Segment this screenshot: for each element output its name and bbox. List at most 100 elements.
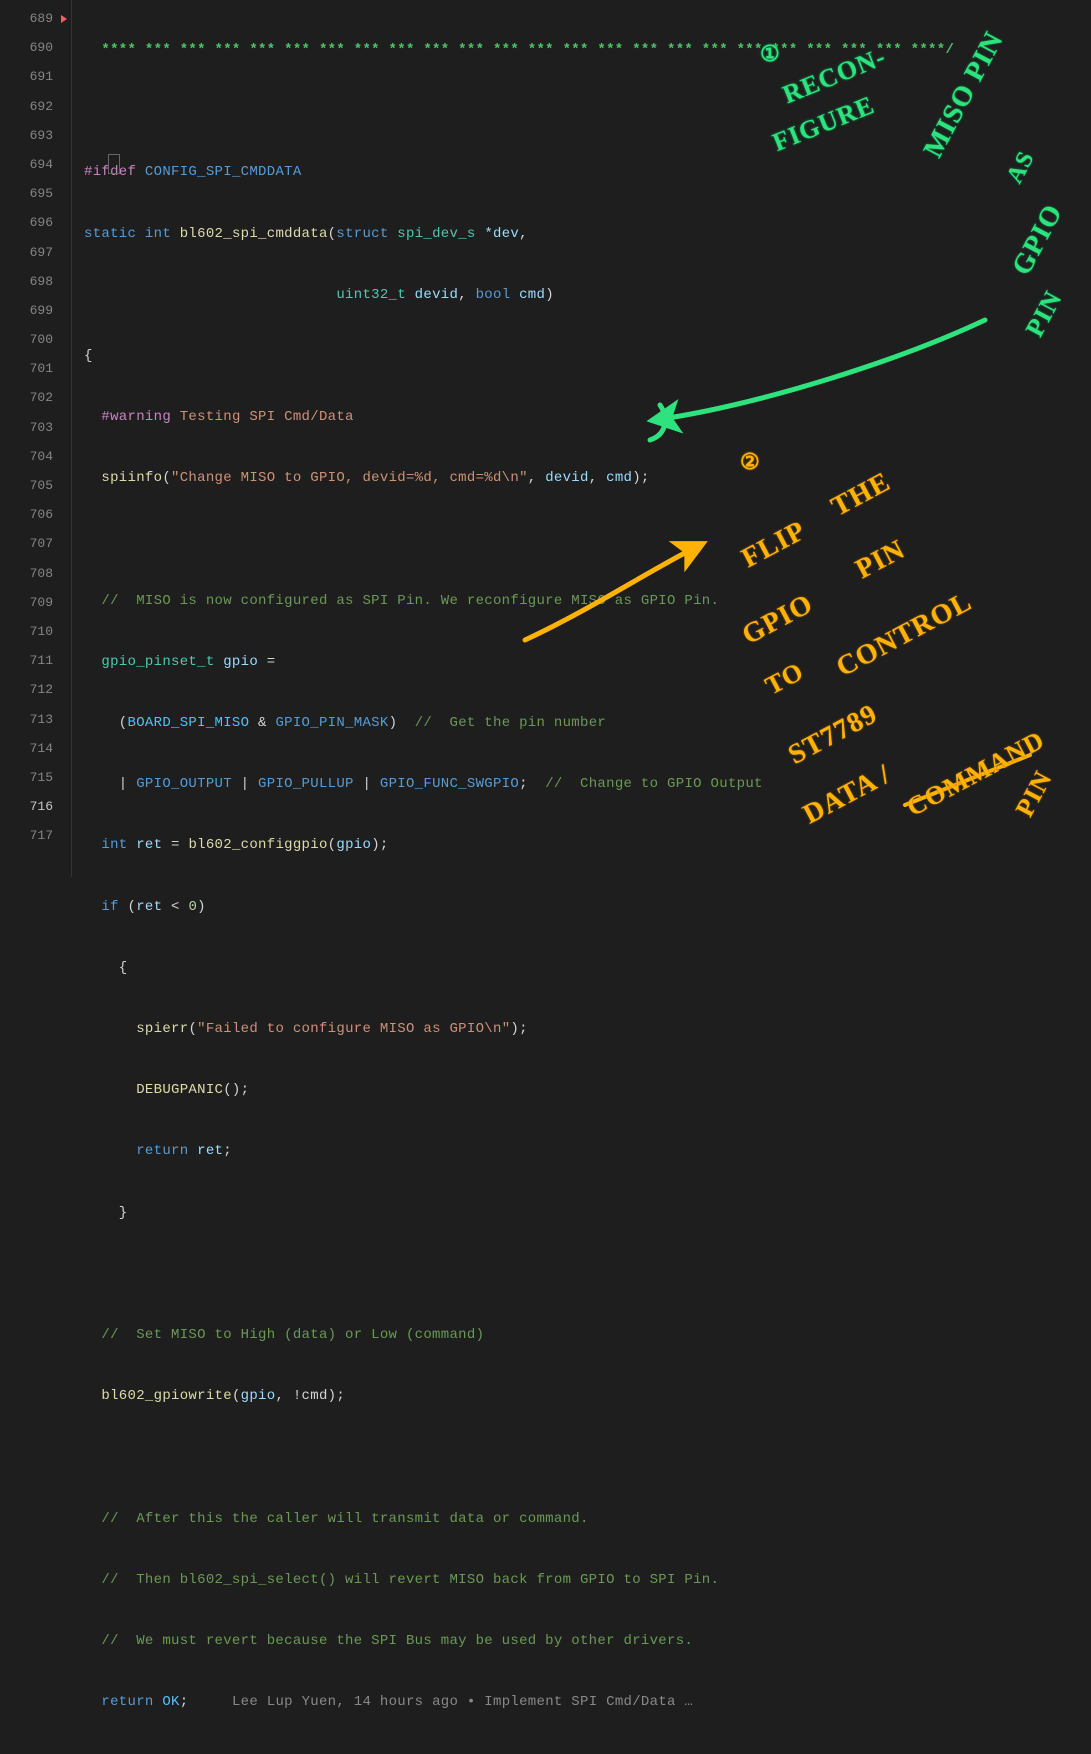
kw-bool: bool	[476, 287, 511, 303]
comment: // We must revert because the SPI Bus ma…	[101, 1633, 693, 1649]
param: cmd	[519, 287, 545, 303]
comment: // Then bl602_spi_select() will revert M…	[101, 1572, 719, 1588]
line-number[interactable]: 690	[0, 33, 71, 62]
line-number[interactable]: 709	[0, 588, 71, 617]
var: gpio	[336, 837, 371, 853]
line-number[interactable]: 691	[0, 62, 71, 91]
line-number[interactable]: 711	[0, 646, 71, 675]
code-line[interactable]: }	[84, 1749, 1091, 1754]
code-editor[interactable]: 6896906916926936946956966976986997007017…	[0, 0, 1091, 877]
var: ret	[197, 1143, 223, 1159]
warning-msg: Testing SPI Cmd/Data	[180, 409, 354, 425]
kw-if: if	[101, 899, 118, 915]
line-number[interactable]: 700	[0, 325, 71, 354]
code-line[interactable]: uint32_t devid, bool cmd)	[84, 281, 1091, 310]
line-number[interactable]: 705	[0, 471, 71, 500]
param: *dev	[484, 226, 519, 242]
macro: GPIO_PIN_MASK	[275, 715, 388, 731]
type: uint32_t	[336, 287, 406, 303]
pragma-warning: #warning	[101, 409, 171, 425]
line-number[interactable]: 706	[0, 500, 71, 529]
code-line[interactable]: return ret;	[84, 1137, 1091, 1166]
line-number[interactable]: 707	[0, 529, 71, 558]
kw-int: int	[101, 837, 127, 853]
fn-call: spierr	[136, 1021, 188, 1037]
macro-id: CONFIG_SPI_CMDDATA	[145, 164, 302, 180]
comment: // Get the pin number	[415, 715, 606, 731]
fn-call: bl602_gpiowrite	[101, 1388, 232, 1404]
code-line[interactable]: #warning Testing SPI Cmd/Data	[84, 403, 1091, 432]
code-line[interactable]: #ifdef CONFIG_SPI_CMDDATA	[84, 158, 1091, 187]
code-line[interactable]: DEBUGPANIC();	[84, 1076, 1091, 1105]
code-line[interactable]	[84, 1443, 1091, 1472]
git-lens: Lee Lup Yuen, 14 hours ago • Implement S…	[232, 1694, 693, 1710]
code-area[interactable]: **** *** *** *** *** *** *** *** *** ***…	[72, 0, 1091, 877]
string: "Failed to configure MISO as GPIO\n"	[197, 1021, 510, 1037]
kw-return: return	[101, 1694, 153, 1710]
line-number[interactable]: 715	[0, 763, 71, 792]
comment: // After this the caller will transmit d…	[101, 1511, 588, 1527]
code-line[interactable]	[84, 97, 1091, 126]
line-number-gutter[interactable]: 6896906916926936946956966976986997007017…	[0, 0, 72, 877]
string: "Change MISO to GPIO, devid=%d, cmd=%d\n…	[171, 470, 528, 486]
line-number[interactable]: 704	[0, 442, 71, 471]
line-number[interactable]: 703	[0, 413, 71, 442]
line-number[interactable]: 698	[0, 267, 71, 296]
var: devid	[545, 470, 589, 486]
line-number[interactable]: 695	[0, 179, 71, 208]
code-line[interactable]: }	[84, 1199, 1091, 1228]
fn-call: bl602_configgpio	[188, 837, 327, 853]
const: OK	[162, 1694, 179, 1710]
code-line[interactable]	[84, 1260, 1091, 1289]
line-number[interactable]: 693	[0, 121, 71, 150]
line-number[interactable]: 717	[0, 821, 71, 850]
code-line[interactable]: if (ret < 0)	[84, 893, 1091, 922]
code-line[interactable]: // After this the caller will transmit d…	[84, 1505, 1091, 1534]
line-number[interactable]: 716	[0, 792, 71, 821]
type: gpio_pinset_t	[101, 654, 214, 670]
code-line[interactable]: return OK; Lee Lup Yuen, 14 hours ago • …	[84, 1688, 1091, 1717]
code-line[interactable]: static int bl602_spi_cmddata(struct spi_…	[84, 220, 1091, 249]
kw-int: int	[145, 226, 171, 242]
const: BOARD_SPI_MISO	[128, 715, 250, 731]
comment: // MISO is now configured as SPI Pin. We…	[101, 593, 719, 609]
code-line[interactable]: bl602_gpiowrite(gpio, !cmd);	[84, 1382, 1091, 1411]
line-number[interactable]: 702	[0, 383, 71, 412]
line-number[interactable]: 696	[0, 208, 71, 237]
code-line[interactable]: gpio_pinset_t gpio =	[84, 648, 1091, 677]
code-line[interactable]: spierr("Failed to configure MISO as GPIO…	[84, 1015, 1091, 1044]
kw-static: static	[84, 226, 136, 242]
line-number[interactable]: 692	[0, 92, 71, 121]
code-line[interactable]: // Then bl602_spi_select() will revert M…	[84, 1566, 1091, 1595]
param: devid	[415, 287, 459, 303]
macro: GPIO_FUNC_SWGPIO	[380, 776, 519, 792]
code-line[interactable]: // MISO is now configured as SPI Pin. We…	[84, 587, 1091, 616]
code-line[interactable]: | GPIO_OUTPUT | GPIO_PULLUP | GPIO_FUNC_…	[84, 770, 1091, 799]
code-line[interactable]: {	[84, 954, 1091, 983]
func-name: bl602_spi_cmddata	[180, 226, 328, 242]
line-number[interactable]: 713	[0, 705, 71, 734]
fn-call: DEBUGPANIC	[136, 1082, 223, 1098]
line-number[interactable]: 710	[0, 617, 71, 646]
expr: !cmd	[293, 1388, 328, 1404]
line-number[interactable]: 689	[0, 4, 71, 33]
code-line[interactable]	[84, 526, 1091, 555]
var: gpio	[223, 654, 258, 670]
comment: // Change to GPIO Output	[545, 776, 763, 792]
code-line[interactable]: // We must revert because the SPI Bus ma…	[84, 1627, 1091, 1656]
line-number[interactable]: 694	[0, 150, 71, 179]
line-number[interactable]: 708	[0, 559, 71, 588]
code-line[interactable]: (BOARD_SPI_MISO & GPIO_PIN_MASK) // Get …	[84, 709, 1091, 738]
code-line[interactable]: spiinfo("Change MISO to GPIO, devid=%d, …	[84, 464, 1091, 493]
line-number[interactable]: 712	[0, 675, 71, 704]
line-number[interactable]: 714	[0, 734, 71, 763]
code-line[interactable]: **** *** *** *** *** *** *** *** *** ***…	[84, 36, 1091, 65]
macro: GPIO_PULLUP	[258, 776, 354, 792]
line-number[interactable]: 701	[0, 354, 71, 383]
code-line[interactable]: int ret = bl602_configgpio(gpio);	[84, 831, 1091, 860]
code-line[interactable]: {	[84, 342, 1091, 371]
var: cmd	[606, 470, 632, 486]
code-line[interactable]: // Set MISO to High (data) or Low (comma…	[84, 1321, 1091, 1350]
line-number[interactable]: 697	[0, 238, 71, 267]
line-number[interactable]: 699	[0, 296, 71, 325]
